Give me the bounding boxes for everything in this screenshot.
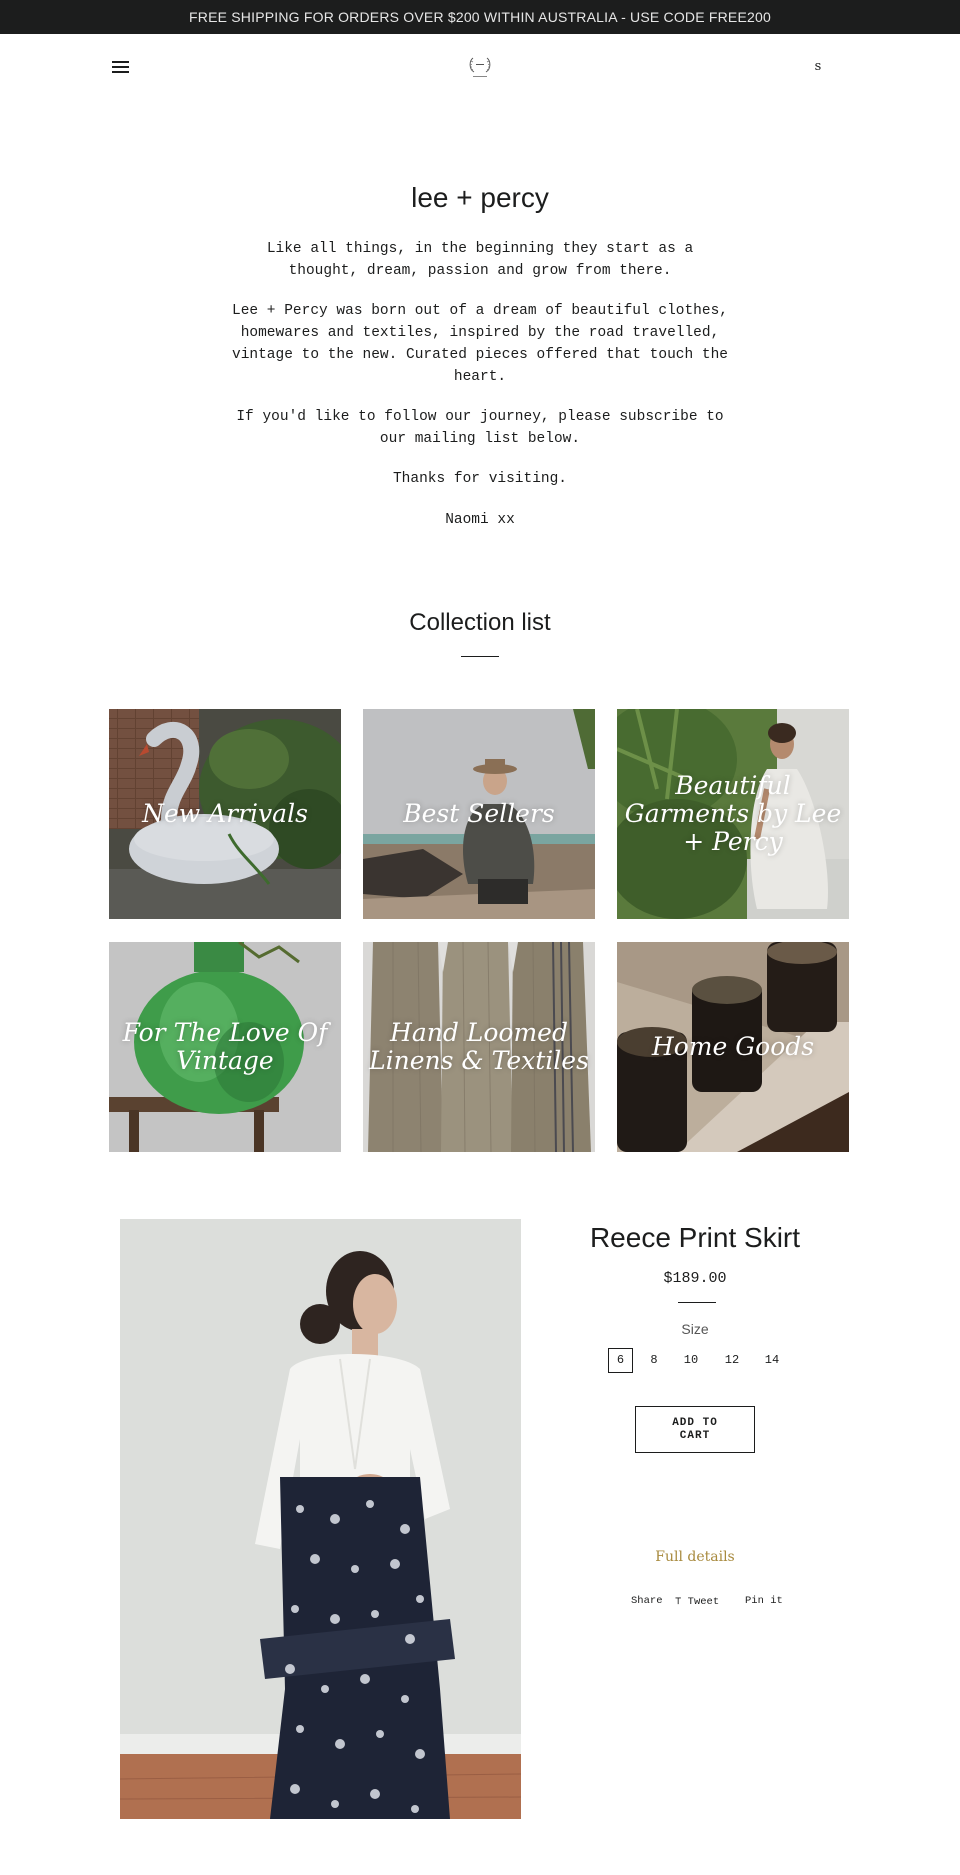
about-signoff: Naomi xx	[445, 512, 515, 528]
collection-tile-label: Beautiful Garments by Lee + Percy	[624, 771, 842, 856]
collection-tile-new-arrivals[interactable]: New Arrivals	[109, 709, 341, 919]
site-logo[interactable]	[464, 52, 496, 80]
section-divider	[461, 656, 499, 657]
about-paragraph: Thanks for visiting.	[392, 471, 568, 487]
about-paragraph: Lee + Percy was born out of a dream of b…	[232, 303, 728, 385]
add-to-cart-button[interactable]: ADD TO CART	[635, 1406, 755, 1453]
size-option-12[interactable]: 12	[719, 1348, 745, 1373]
twitter-icon: ⊤	[675, 1596, 682, 1608]
product-divider	[678, 1302, 716, 1303]
search-icon[interactable]: s	[811, 59, 825, 75]
share-twitter-link[interactable]: ⊤ Tweet	[675, 1595, 719, 1608]
tweet-label: Tweet	[687, 1596, 720, 1608]
about-paragraph: If you'd like to follow our journey, ple…	[236, 409, 724, 447]
announcement-text: FREE SHIPPING FOR ORDERS OVER $200 WITHI…	[189, 9, 771, 25]
size-option-14[interactable]: 14	[760, 1348, 784, 1373]
about-title: lee + percy	[411, 182, 549, 213]
product-title: Reece Print Skirt	[589, 1222, 801, 1253]
collection-tile-vintage[interactable]: For The Love Of Vintage	[109, 942, 341, 1152]
size-option-8[interactable]: 8	[644, 1348, 664, 1373]
collection-tile-label: Home Goods	[651, 1032, 815, 1061]
share-pinterest-link[interactable]: Pin it	[745, 1595, 783, 1607]
collection-tile-best-sellers[interactable]: Best Sellers	[363, 709, 595, 919]
product-price: $189.00	[663, 1270, 727, 1287]
collection-list-title: Collection list	[409, 609, 551, 636]
product-image[interactable]	[120, 1219, 521, 1819]
collection-tile-label: Hand Loomed Linens & Textiles	[369, 1018, 589, 1075]
collection-tile-label: For The Love Of Vintage	[122, 1018, 328, 1075]
announcement-bar: FREE SHIPPING FOR ORDERS OVER $200 WITHI…	[0, 0, 960, 34]
full-details-link[interactable]: Full details	[555, 1549, 835, 1565]
collection-tile-label: New Arrivals	[142, 799, 308, 828]
size-label: Size	[681, 1321, 709, 1337]
about-paragraph: Like all things, in the beginning they s…	[266, 241, 694, 279]
share-facebook-link[interactable]: Share	[631, 1595, 663, 1607]
collection-tile-linens[interactable]: Hand Loomed Linens & Textiles	[363, 942, 595, 1152]
size-option-10[interactable]: 10	[679, 1348, 703, 1373]
size-option-6[interactable]: 6	[608, 1348, 633, 1373]
collection-tile-beautiful-garments[interactable]: Beautiful Garments by Lee + Percy	[617, 709, 849, 919]
menu-icon[interactable]	[112, 60, 129, 74]
collection-tile-label: Best Sellers	[403, 799, 555, 828]
collection-tile-home-goods[interactable]: Home Goods	[617, 942, 849, 1152]
